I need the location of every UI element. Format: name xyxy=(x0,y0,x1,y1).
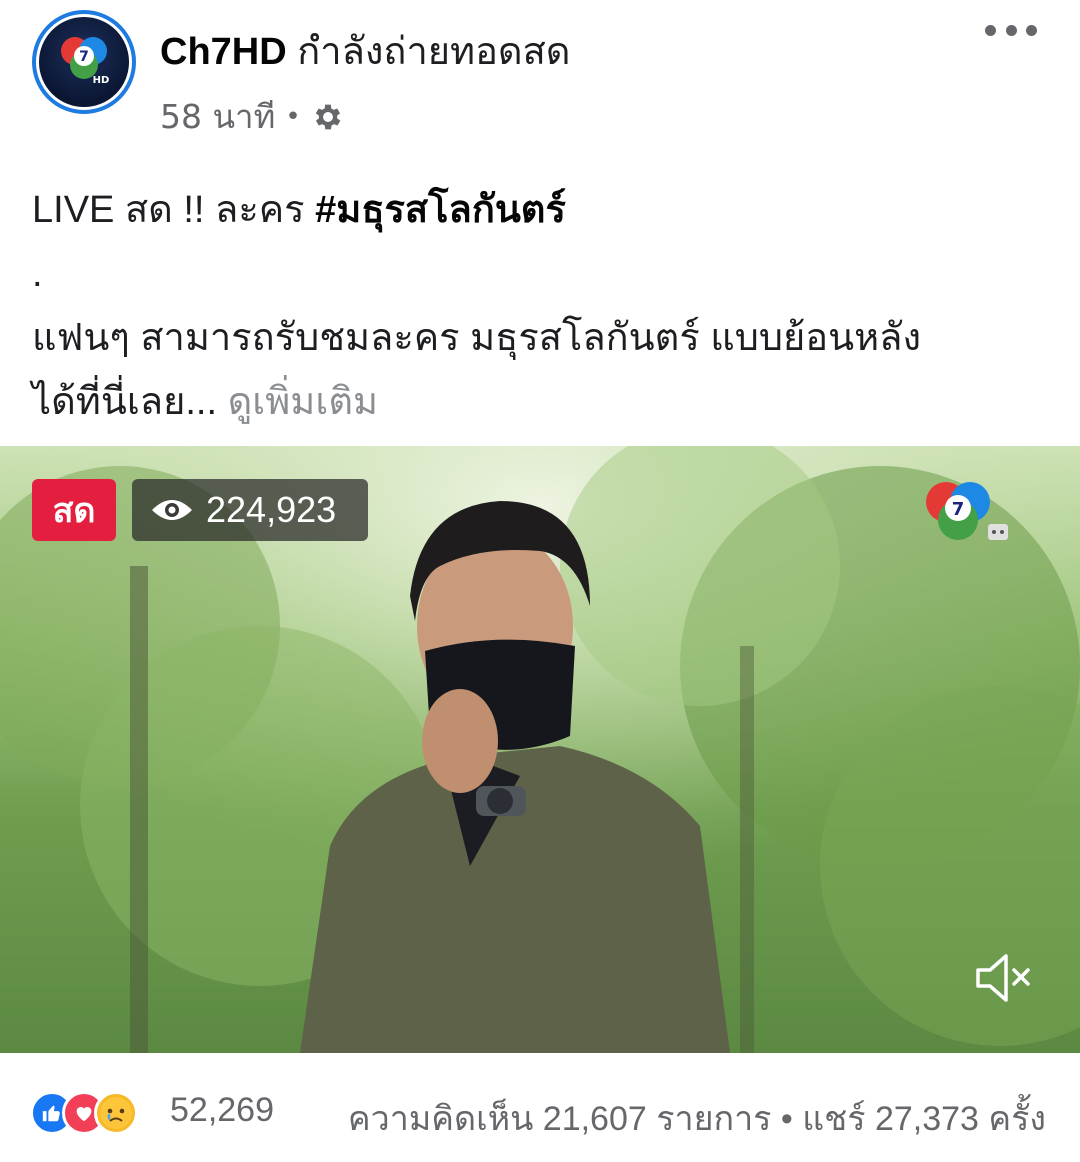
reaction-icons[interactable] xyxy=(30,1091,138,1135)
svg-text:HD: HD xyxy=(93,75,110,86)
hashtag-link[interactable]: #มธุรสโลกันตร์ xyxy=(315,189,566,231)
post-text-prefix: LIVE สด !! ละคร xyxy=(32,189,316,231)
post-meta: 58 นาที • xyxy=(160,90,345,143)
viewer-count: 224,923 xyxy=(206,489,337,530)
post-footer: 52,269 ความคิดเห็น 21,607 รายการ • แชร์ … xyxy=(0,1053,1080,1162)
more-options-button[interactable] xyxy=(985,20,1037,40)
sad-icon xyxy=(94,1091,138,1135)
post-title: Ch7HD กำลังถ่ายทอดสด xyxy=(160,20,570,81)
ch7-avatar-icon: 7 HD xyxy=(36,14,132,110)
comments-shares-count[interactable]: ความคิดเห็น 21,607 รายการ • แชร์ 27,373 … xyxy=(348,1091,1046,1145)
post-time[interactable]: 58 นาที xyxy=(160,90,275,143)
post-text-line-4: ได้ที่นี่เลย... ดูเพิ่มเติม xyxy=(32,370,1042,434)
page-name-link[interactable]: Ch7HD xyxy=(160,31,287,73)
live-video-player[interactable]: สด 224,923 7 xyxy=(0,446,1080,1053)
eye-icon xyxy=(152,500,192,520)
reaction-count[interactable]: 52,269 xyxy=(170,1091,274,1130)
activity-text: กำลังถ่ายทอดสด xyxy=(297,31,571,73)
svg-text:7: 7 xyxy=(79,49,89,65)
more-icon xyxy=(985,24,996,36)
viewer-count-badge: 224,923 xyxy=(132,479,368,541)
post-text-line-1: LIVE สด !! ละคร #มธุรสโลกันตร์ xyxy=(32,178,1042,242)
gear-icon xyxy=(315,104,340,129)
live-badge: สด xyxy=(32,479,116,541)
post-text-line-2: . xyxy=(32,253,43,295)
svg-text:7: 7 xyxy=(952,499,965,520)
mute-icon[interactable] xyxy=(970,946,1034,1010)
page-avatar[interactable]: 7 HD xyxy=(32,10,136,114)
post-text-tail: ได้ที่นี่เลย... xyxy=(32,381,218,423)
post-text-line-3: แฟนๆ สามารถรับชมละคร มธุรสโลกันตร์ แบบย้… xyxy=(32,317,921,359)
post-header: 7 HD Ch7HD กำลังถ่ายทอดสด 58 นาที • xyxy=(0,0,1080,150)
meta-separator: • xyxy=(285,101,301,132)
ch7-logo: 7 xyxy=(926,482,1008,540)
see-more-link[interactable]: ดูเพิ่มเติม xyxy=(228,381,378,423)
post-text: LIVE สด !! ละคร #มธุรสโลกันตร์ . แฟนๆ สา… xyxy=(32,178,1042,434)
